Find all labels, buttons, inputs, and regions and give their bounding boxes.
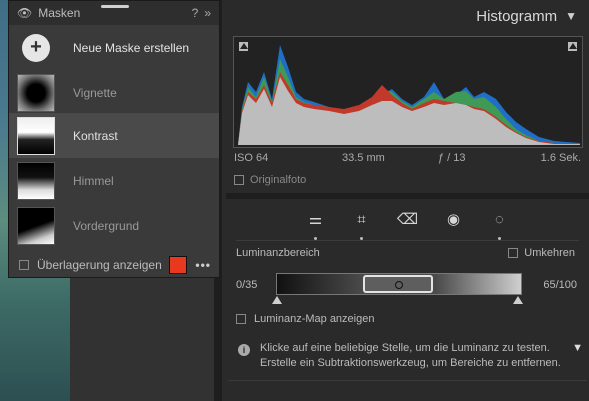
new-mask-button[interactable]: + Neue Maske erstellen <box>9 25 219 70</box>
collapse-icon[interactable]: » <box>204 6 211 20</box>
original-photo-checkbox[interactable] <box>234 175 244 185</box>
exif-focal: 33.5 mm <box>342 152 385 164</box>
help-icon[interactable]: ? <box>192 6 199 20</box>
invert-checkbox[interactable] <box>508 248 519 258</box>
info-icon: i <box>238 344 250 356</box>
range-high-value: 65/100 <box>543 279 577 291</box>
luminance-map-checkbox[interactable] <box>236 314 246 324</box>
overlay-checkbox[interactable] <box>19 260 29 270</box>
mask-item-label: Vignette <box>73 85 117 100</box>
mask-item-label: Kontrast <box>73 128 118 143</box>
masks-panel-header[interactable]: 👁 Masken ? » <box>9 1 219 25</box>
drag-handle[interactable] <box>101 5 129 8</box>
shadow-clipping-icon[interactable] <box>238 41 249 52</box>
histogram-graph <box>238 45 580 145</box>
mask-item-kontrast[interactable]: Kontrast <box>9 113 219 158</box>
tool-strip: ⚌ ⌗ ⌫ ◉ ◌ <box>226 199 589 240</box>
original-photo-label: Originalfoto <box>250 174 307 186</box>
info-text: Klicke auf eine beliebige Stelle, um die… <box>260 342 561 369</box>
histogram-chart <box>233 36 583 148</box>
mask-icon[interactable]: ◌ <box>488 207 512 240</box>
luminance-range-slider[interactable] <box>276 273 522 295</box>
mask-item-vordergrund[interactable]: Vordergrund <box>9 203 219 248</box>
plus-icon: + <box>22 33 50 62</box>
mask-thumbnail <box>17 206 55 245</box>
highlight-clipping-icon[interactable] <box>567 41 578 52</box>
sliders-icon[interactable]: ⚌ <box>304 207 328 240</box>
histogram-title: Histogramm <box>476 7 558 25</box>
invert-label: Umkehren <box>524 247 575 259</box>
overlay-label: Überlagerung anzeigen <box>37 258 162 272</box>
masks-panel: 👁 Masken ? » + Neue Maske erstellen Vign… <box>8 0 220 278</box>
luminance-map-label: Luminanz-Map anzeigen <box>254 313 375 325</box>
expand-triangle-icon[interactable]: ▼ <box>572 341 583 371</box>
mask-thumbnail <box>17 161 55 200</box>
eye-icon[interactable]: 👁 <box>17 6 32 20</box>
high-feather-handle[interactable] <box>513 296 523 304</box>
mask-item-vignette[interactable]: Vignette <box>9 70 219 115</box>
range-center-knob[interactable] <box>395 281 403 289</box>
new-mask-label: Neue Maske erstellen <box>73 40 190 55</box>
luminance-range-selection[interactable] <box>363 275 433 293</box>
exif-iso: ISO 64 <box>234 152 269 164</box>
redeye-icon[interactable]: ◉ <box>442 207 466 231</box>
masks-title: Masken <box>38 6 81 20</box>
mask-item-himmel[interactable]: Himmel <box>9 158 219 203</box>
info-tip: i Klicke auf eine beliebige Stelle, um d… <box>238 341 583 371</box>
luminance-map-toggle[interactable]: Luminanz-Map anzeigen <box>236 313 374 325</box>
range-low-value: 0/35 <box>236 279 258 291</box>
invert-toggle[interactable]: Umkehren <box>508 247 575 259</box>
crop-icon[interactable]: ⌗ <box>350 207 374 240</box>
divider <box>236 240 579 241</box>
histogram-header[interactable]: Histogramm ▼ <box>226 0 589 32</box>
exif-shutter: 1.6 Sek. <box>540 152 581 164</box>
mask-thumbnail <box>17 116 55 155</box>
right-panel: Histogramm ▼ ISO 64 33.5 mm ƒ / 13 1.6 S… <box>226 0 589 401</box>
panel-bottom-edge <box>228 380 587 381</box>
mask-item-label: Himmel <box>73 173 114 188</box>
exif-aperture: ƒ / 13 <box>438 152 466 164</box>
more-options-icon[interactable]: ••• <box>195 258 211 272</box>
overlay-row: Überlagerung anzeigen ••• <box>9 253 219 277</box>
mask-item-label: Vordergrund <box>73 218 140 233</box>
low-feather-handle[interactable] <box>272 296 282 304</box>
luminance-range-label: Luminanzbereich <box>236 247 320 259</box>
mask-thumbnail <box>17 73 55 112</box>
collapse-triangle-icon[interactable]: ▼ <box>565 9 577 23</box>
eraser-icon[interactable]: ⌫ <box>396 207 420 231</box>
original-photo-toggle[interactable]: Originalfoto <box>234 174 306 186</box>
overlay-color-swatch[interactable] <box>169 256 188 274</box>
